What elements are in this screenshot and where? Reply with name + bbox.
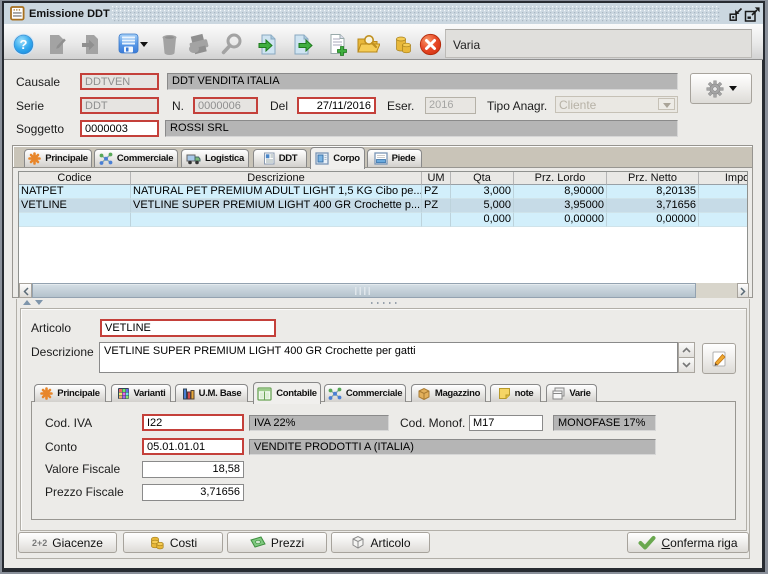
svg-text:?: ? xyxy=(20,37,28,52)
